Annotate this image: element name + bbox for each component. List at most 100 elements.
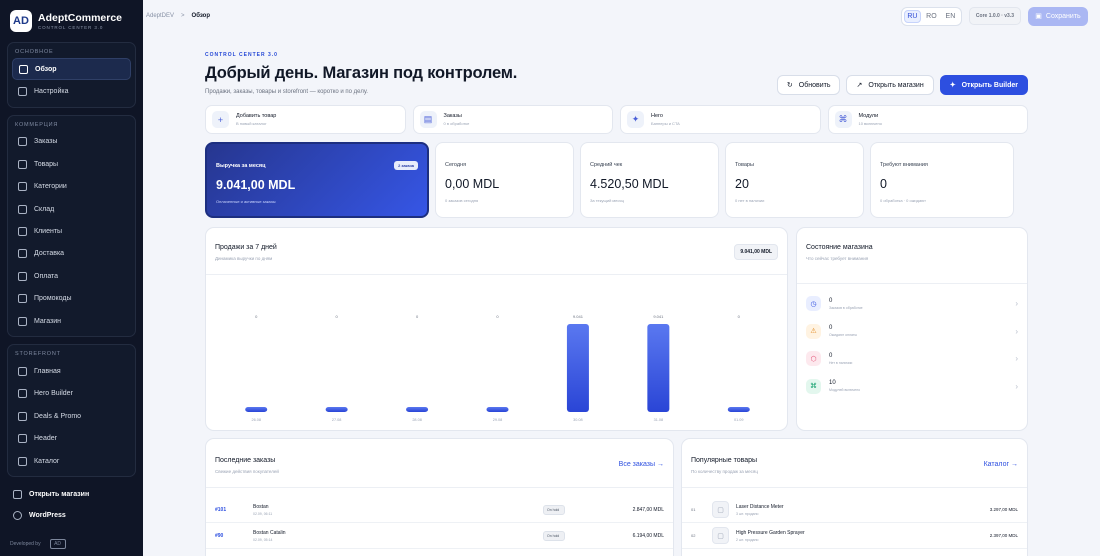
chevron-right-icon: ›	[1015, 381, 1018, 391]
product-thumbnail: ▢	[712, 501, 729, 518]
sidebar-item-label: Склад	[34, 205, 55, 213]
open-store-button[interactable]: ↗ Открыть магазин	[846, 75, 934, 95]
order-date: 02.09, 05:14	[253, 537, 273, 542]
sidebar-item[interactable]: Доставка	[12, 243, 131, 265]
stat-card: Средний чек 4.520,50 MDL За текущий месяц	[580, 142, 719, 218]
orders-subtitle: Свежие действия покупателей	[215, 469, 279, 474]
sidebar-item-label: Категории	[34, 183, 67, 191]
quick-action-card[interactable]: ✦ Hero Баннеры и CTA	[620, 105, 821, 134]
sidebar-item-label: Обзор	[35, 65, 57, 73]
quick-action-card[interactable]: ⌘ Модули 10 включено	[827, 105, 1028, 134]
orders-list: #101 Bostan 02.09, 06:11 On hold 2.847,00 MD…	[206, 488, 673, 549]
lang-option[interactable]: RO	[923, 10, 940, 23]
health-label: Нет в наличии	[829, 360, 853, 365]
product-sum: 3.297,00 MDL	[989, 507, 1018, 512]
truck-icon	[18, 249, 27, 259]
open-store-button-label: Открыть магазин	[868, 81, 924, 89]
sidebar-item[interactable]: Магазин	[12, 310, 131, 332]
wordpress-link[interactable]: WordPress	[7, 505, 136, 526]
product-rank: 01	[691, 507, 696, 512]
order-id[interactable]: #101	[215, 507, 253, 513]
lang-option[interactable]: EN	[942, 10, 959, 23]
sidebar-item[interactable]: Оплата	[12, 265, 131, 287]
sidebar-item[interactable]: Header	[12, 427, 131, 449]
developer-logo[interactable]: AD	[49, 539, 66, 549]
sidebar-item[interactable]: Hero Builder	[12, 383, 131, 405]
sidebar-item[interactable]: Deals & Promo	[12, 405, 131, 427]
chart-bar[interactable]	[566, 324, 589, 412]
save-label: Сохранить	[1045, 12, 1081, 20]
sidebar-item-label: Hero Builder	[34, 390, 73, 398]
refresh-button[interactable]: ↻ Обновить	[776, 75, 841, 95]
order-customer-name: Bostan Catalin	[253, 529, 286, 536]
sidebar-item-label: Deals & Promo	[34, 412, 82, 420]
external-link-icon: ↗	[856, 82, 863, 89]
product-row[interactable]: 02 ▢ High Pressure Garden Sprayer 2 шт. про…	[682, 523, 1027, 549]
sidebar-item[interactable]: Клиенты	[12, 220, 131, 242]
catalog-link[interactable]: Каталог →	[984, 461, 1018, 468]
health-row[interactable]: ⚠ 0 Ожидают оплаты ›	[797, 318, 1027, 346]
order-row[interactable]: #90 Bostan Catalin 02.09, 05:14 On hold 6.19…	[206, 523, 673, 549]
stat-note: 0 нет в наличии	[735, 198, 765, 203]
sidebar-item[interactable]: Заказы	[12, 131, 131, 153]
open-builder-button[interactable]: ✦ Открыть Builder	[939, 75, 1028, 95]
breadcrumb-separator: >	[181, 13, 185, 19]
sidebar-item[interactable]: Главная	[12, 360, 131, 382]
products-header: Популярные товары По количеству продаж з…	[682, 439, 1027, 488]
sidebar-nav: ОСНОВНОЕ Обзор Настройка КОММЕРЦИЯ Заказы Тов…	[7, 42, 136, 478]
main-content: CONTROL CENTER 3.0 Добрый день. Магазин …	[205, 52, 1028, 556]
order-id[interactable]: #90	[215, 533, 253, 539]
brand-subtitle: CONTROL CENTER 3.0	[38, 24, 104, 30]
language-switcher: RU RO EN	[900, 6, 962, 26]
stat-note: Оплаченные и активные заказы	[216, 199, 276, 204]
lang-option[interactable]: RU	[903, 9, 921, 23]
chart-bar[interactable]	[727, 407, 750, 412]
sidebar-item[interactable]: Обзор	[12, 58, 131, 81]
sidebar-item[interactable]: Склад	[12, 198, 131, 220]
chart-bar[interactable]	[406, 407, 429, 412]
page-eyebrow: CONTROL CENTER 3.0	[205, 52, 278, 58]
quick-action-text: Модули 10 включено	[859, 113, 882, 126]
sidebar-item[interactable]: Товары	[12, 153, 131, 175]
products-title: Популярные товары	[691, 457, 758, 464]
chart-bar[interactable]	[486, 407, 509, 412]
product-info: Laser Distance Meter 3 шт. продано	[736, 504, 784, 516]
grid-icon	[18, 182, 27, 192]
stats-row: Выручка за месяц 9.041,00 MDL Оплаченные и…	[205, 142, 1028, 218]
refresh-icon: ↻	[786, 82, 793, 89]
all-orders-link[interactable]: Все заказы →	[619, 461, 664, 468]
breadcrumb-root[interactable]: AdeptDEV	[146, 13, 174, 19]
chart-bar[interactable]	[325, 407, 348, 412]
product-sum: 2.397,00 MDL	[989, 533, 1018, 538]
stat-value: 0,00 MDL	[445, 177, 500, 191]
product-row[interactable]: 01 ▢ Laser Distance Meter 3 шт. продано 3.29…	[682, 497, 1027, 523]
order-row[interactable]: #101 Bostan 02.09, 06:11 On hold 2.847,00 MD…	[206, 497, 673, 523]
sidebar-item[interactable]: Каталог	[12, 450, 131, 472]
health-subtitle: Что сейчас требует внимания	[806, 256, 869, 261]
sidebar-item-label: Товары	[34, 160, 59, 168]
stat-card: Сегодня 0,00 MDL 0 заказов сегодня	[435, 142, 574, 218]
health-row[interactable]: ◷ 0 Заказов в обработке ›	[797, 290, 1027, 318]
stat-label: Выручка за месяц	[216, 163, 266, 169]
open-store-link[interactable]: Открыть магазин	[7, 484, 136, 505]
quick-action-card[interactable]: ▤ Заказы 0 в обработке	[412, 105, 613, 134]
chart-value-label: 0	[416, 314, 419, 319]
sidebar-item[interactable]: Промокоды	[12, 288, 131, 310]
brand-logo: AD	[10, 10, 32, 32]
chart-tick-label: 30.08	[573, 418, 583, 422]
chart-bar[interactable]	[647, 324, 670, 412]
chart-bar[interactable]	[245, 407, 268, 412]
sidebar-item[interactable]: Настройка	[12, 80, 131, 102]
sidebar-item[interactable]: Категории	[12, 176, 131, 198]
users-icon	[18, 227, 27, 237]
chart-tick-label: 29.08	[493, 418, 503, 422]
health-row[interactable]: ⌘ 10 Модулей включено ›	[797, 373, 1027, 401]
health-row[interactable]: ⬡ 0 Нет в наличии ›	[797, 345, 1027, 373]
health-value: 10	[829, 380, 836, 387]
sidebar-item-label: Магазин	[34, 317, 62, 325]
sidebar-item-label: Оплата	[34, 272, 59, 280]
save-button[interactable]: ▣ Сохранить	[1028, 6, 1088, 26]
quick-action-card[interactable]: + Добавить товар В новый каталог	[205, 105, 406, 134]
chart-tick-label: 01.09	[734, 418, 744, 422]
refresh-label: Обновить	[798, 81, 831, 89]
